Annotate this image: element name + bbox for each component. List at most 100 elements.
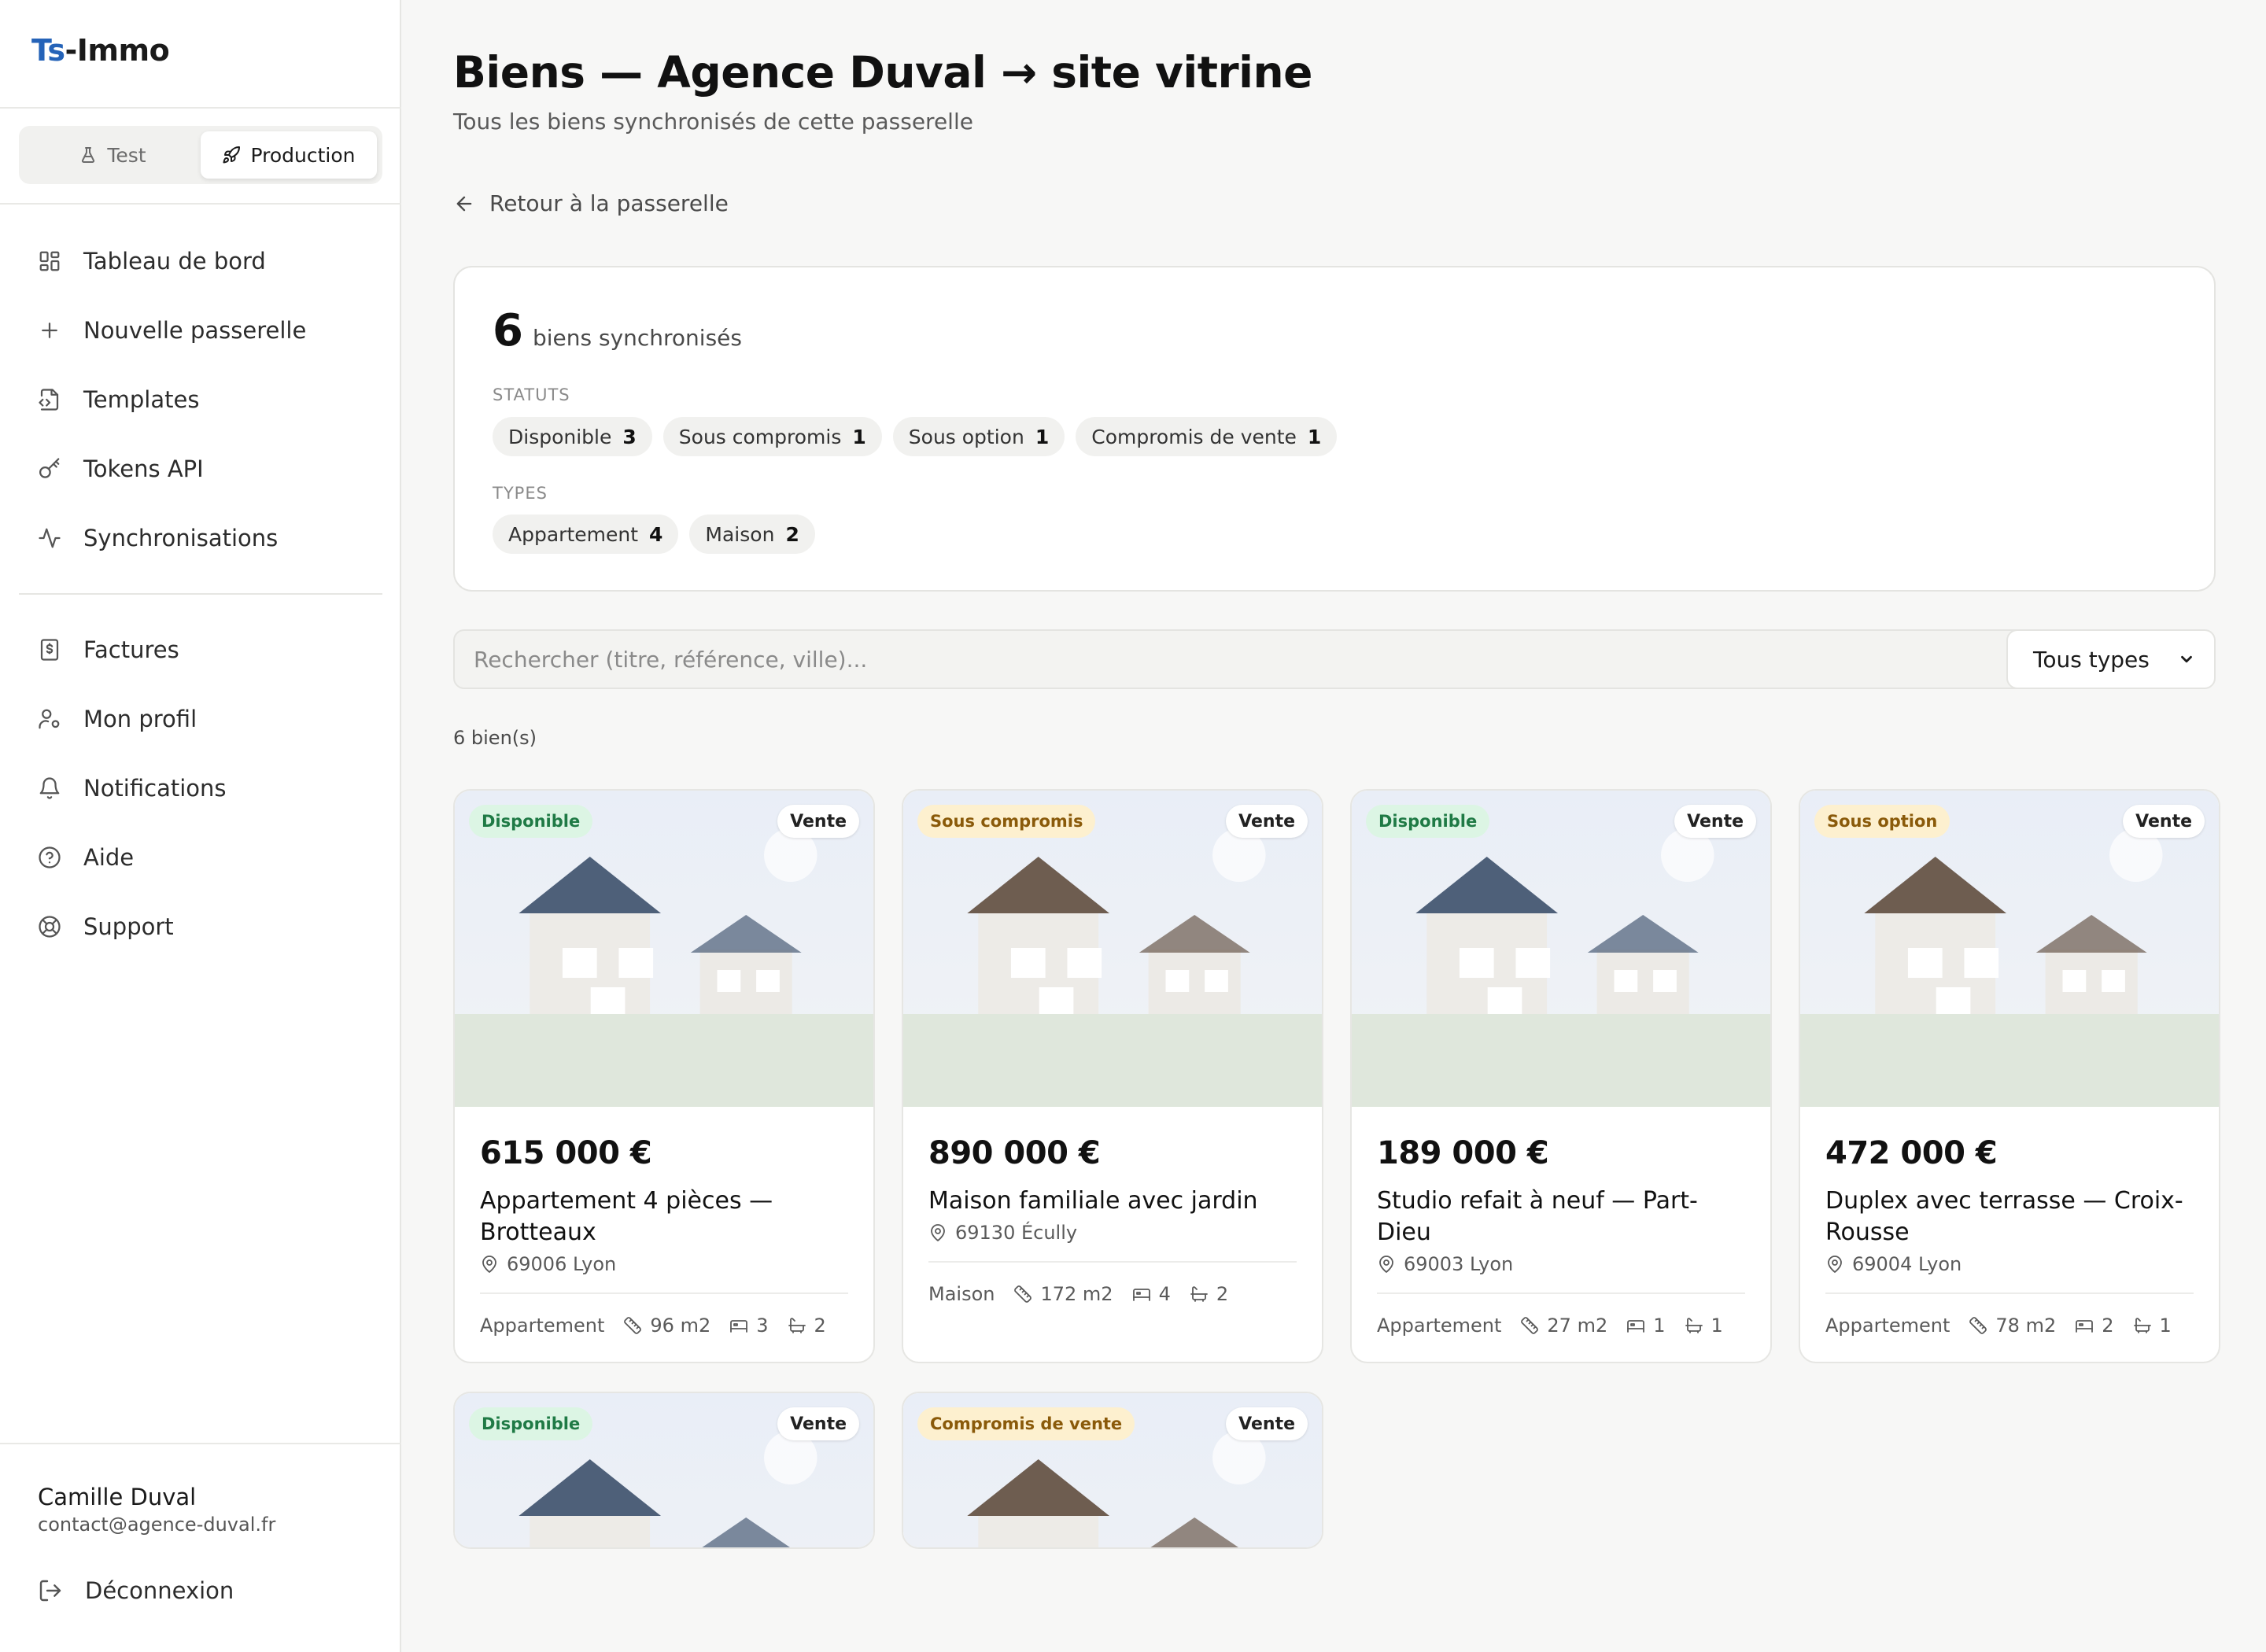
user-email: contact@agence-duval.fr [38,1514,276,1536]
transaction-badge: Vente [2123,805,2205,838]
property-location-text: 69003 Lyon [1404,1253,1514,1275]
results-count: 6 bien(s) [453,727,537,749]
property-surface: 27 m2 [1520,1315,1607,1337]
map-pin-icon [931,1224,945,1241]
ruler-icon [1014,1285,1032,1303]
property-surface: 172 m2 [1013,1283,1113,1305]
nav-divider [19,593,382,595]
bed-icon [2076,1320,2094,1333]
property-type: Appartement [1825,1315,1950,1337]
property-bedrooms-text: 4 [1158,1283,1171,1305]
sidebar: Ts-Immo Test Production Tableau de bord … [0,0,401,1652]
property-card[interactable]: Disponible Vente 189 000 € Studio refait… [1350,789,1772,1363]
env-test-button[interactable]: Test [24,131,201,179]
type-filter-value: Tous types [2033,646,2150,673]
nav-item-notifications[interactable]: Notifications [19,754,382,823]
bed-icon [1132,1289,1150,1301]
house-illustration [903,791,1322,1107]
arrow-left-icon [456,196,472,211]
ruler-icon [624,1317,642,1334]
property-price: 615 000 € [480,1135,652,1171]
property-card[interactable]: Sous compromis Vente 890 000 € Maison fa… [902,789,1323,1363]
status-badge: Disponible [469,1407,593,1440]
property-image: Disponible Vente [455,791,873,1107]
house-illustration [455,791,873,1107]
transaction-badge: Vente [1226,805,1308,838]
property-image: Disponible Vente [455,1393,873,1547]
property-image: Compromis de vente Vente [903,1393,1322,1547]
chip-count: 2 [785,522,799,546]
property-card[interactable]: Disponible Vente [453,1392,875,1549]
nav-item-new-gateway[interactable]: Nouvelle passerelle [19,296,382,365]
status-chip: Compromis de vente 1 [1076,417,1338,456]
property-meta: Maison 172 m2 4 2 [928,1261,1297,1305]
property-bedrooms-text: 1 [1653,1315,1666,1337]
chip-count: 4 [649,522,663,546]
nav-item-label: Nouvelle passerelle [83,317,307,344]
bath-icon [788,1318,806,1333]
env-production-button[interactable]: Production [201,131,377,179]
file-code-icon [39,389,59,411]
property-location-text: 69004 Lyon [1852,1253,1962,1275]
nav-item-label: Tableau de bord [83,248,266,275]
bell-icon [39,777,60,799]
nav-item-syncs[interactable]: Synchronisations [19,503,382,573]
brand-logo[interactable]: Ts-Immo [31,33,170,68]
key-icon [39,458,60,478]
synced-count: 6 biens synchronisés [493,305,742,356]
help-circle-icon [39,846,61,868]
brand-logo-part2: -Immo [65,33,170,68]
user-cog-icon [39,709,60,729]
property-location-text: 69006 Lyon [507,1253,617,1275]
type-chip: Maison 2 [689,514,815,554]
map-pin-icon [482,1256,496,1273]
property-location: 69006 Lyon [480,1253,848,1275]
property-meta: Appartement 96 m2 3 2 [480,1292,848,1337]
map-pin-icon [1379,1256,1393,1273]
transaction-badge: Vente [777,1407,859,1440]
back-link[interactable]: Retour à la passerelle [453,190,729,216]
search-input[interactable] [453,629,2072,689]
environment-switch: Test Production [19,126,382,184]
property-card[interactable]: Compromis de vente Vente [902,1392,1323,1549]
nav-item-profile[interactable]: Mon profil [19,684,382,754]
page-title: Biens — Agence Duval → site vitrine [453,47,1312,98]
property-location: 69004 Lyon [1825,1253,2194,1275]
property-bathrooms: 2 [1190,1283,1228,1305]
nav-item-label: Mon profil [83,706,197,732]
invoice-icon [40,639,59,661]
property-bathrooms-text: 2 [814,1315,826,1337]
nav-item-invoices[interactable]: Factures [19,615,382,684]
property-image: Sous option Vente [1800,791,2219,1107]
chevron-down-icon [2181,655,2192,663]
property-card[interactable]: Disponible Vente 615 000 € Appartement 4… [453,789,875,1363]
property-surface: 78 m2 [1969,1315,2056,1337]
chip-count: 1 [1307,425,1322,448]
property-meta: Appartement 78 m2 2 1 [1825,1292,2194,1337]
status-badge: Disponible [1366,805,1490,838]
property-bedrooms: 3 [729,1315,769,1337]
logout-button[interactable]: Déconnexion [38,1577,234,1604]
property-title: Appartement 4 pièces — Brotteaux [480,1187,773,1246]
ruler-icon [1521,1317,1539,1334]
nav-item-templates[interactable]: Templates [19,365,382,434]
nav-item-dashboard[interactable]: Tableau de bord [19,227,382,296]
property-price: 189 000 € [1377,1135,1549,1171]
property-card[interactable]: Sous option Vente 472 000 € Duplex avec … [1799,789,2220,1363]
chip-count: 1 [852,425,866,448]
property-type: Appartement [1377,1315,1502,1337]
statuts-heading: STATUTS [493,385,570,404]
property-bedrooms: 4 [1132,1283,1171,1305]
plus-icon [42,323,57,338]
nav-item-support[interactable]: Support [19,892,382,961]
transaction-badge: Vente [1226,1407,1308,1440]
sidebar-divider [0,107,401,109]
property-location-text: 69130 Écully [955,1222,1078,1244]
chip-count: 3 [622,425,637,448]
env-test-label: Test [107,143,146,167]
property-location: 69130 Écully [928,1222,1297,1244]
nav-item-tokens[interactable]: Tokens API [19,434,382,503]
grid-icon [39,251,60,271]
nav-item-help[interactable]: Aide [19,823,382,892]
type-filter-select[interactable]: Tous types [2006,629,2216,689]
